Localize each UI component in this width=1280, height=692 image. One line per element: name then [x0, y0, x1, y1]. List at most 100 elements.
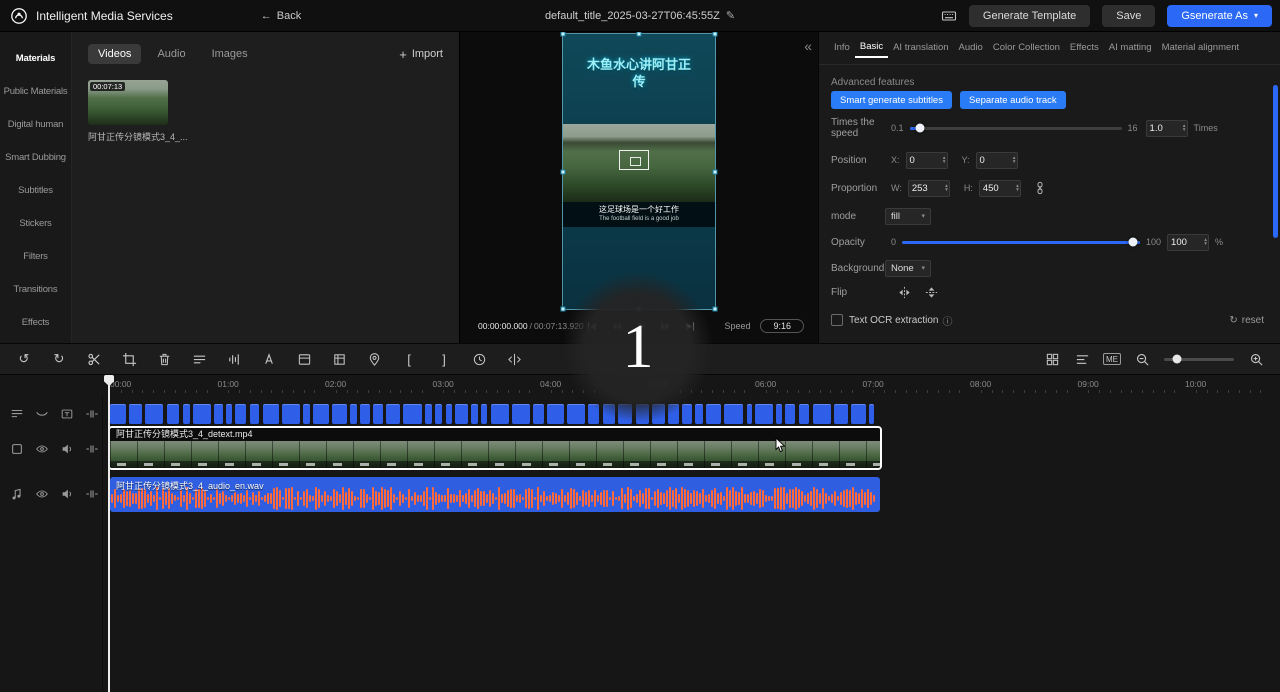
- position-x-stepper[interactable]: ▴▾: [943, 153, 946, 168]
- subtitle-segment[interactable]: [129, 404, 142, 424]
- subtitle-segment[interactable]: [263, 404, 279, 424]
- visibility-eye-icon[interactable]: [34, 486, 50, 502]
- template-panel-button[interactable]: [296, 351, 312, 367]
- text-box-icon[interactable]: [59, 406, 75, 422]
- subtitle-segment[interactable]: [193, 404, 211, 424]
- subtitle-segment[interactable]: [706, 404, 721, 424]
- subtitle-segment[interactable]: [813, 404, 831, 424]
- resize-handle[interactable]: [713, 169, 718, 174]
- opacity-slider[interactable]: [902, 241, 1140, 244]
- sidebar-item-public-materials[interactable]: Public Materials: [0, 75, 71, 108]
- position-y-input[interactable]: 0 ▴▾: [976, 152, 1018, 169]
- delete-button[interactable]: [156, 351, 172, 367]
- fast-forward-button[interactable]: [660, 321, 672, 332]
- subtitle-segment[interactable]: [425, 404, 432, 424]
- opacity-slider-handle[interactable]: [1128, 238, 1137, 247]
- playhead[interactable]: [108, 375, 110, 692]
- sidebar-item-subtitles[interactable]: Subtitles: [0, 174, 71, 207]
- speaker-icon[interactable]: [59, 441, 75, 457]
- subtitle-segment[interactable]: [183, 404, 190, 424]
- subtitle-segment[interactable]: [313, 404, 329, 424]
- video-track-icon[interactable]: [9, 441, 25, 457]
- resize-handle[interactable]: [561, 169, 566, 174]
- subtitle-segment[interactable]: [603, 404, 616, 424]
- play-button[interactable]: [636, 321, 647, 332]
- subtitle-segment[interactable]: [869, 404, 875, 424]
- ocr-checkbox[interactable]: [831, 314, 843, 326]
- sidebar-item-digital-human[interactable]: Digital human: [0, 108, 71, 141]
- properties-tab-audio[interactable]: Audio: [954, 42, 988, 57]
- subtitle-segment[interactable]: [110, 404, 126, 424]
- subtitle-segment[interactable]: [567, 404, 585, 424]
- visibility-eye-icon[interactable]: [34, 441, 50, 457]
- speed-stepper[interactable]: ▴▾: [1183, 121, 1186, 136]
- properties-tab-effects[interactable]: Effects: [1065, 42, 1104, 57]
- resize-handle[interactable]: [637, 32, 642, 37]
- subtitle-segment[interactable]: [214, 404, 223, 424]
- speed-value-input[interactable]: 1.0 ▴▾: [1146, 120, 1188, 137]
- flip-vertical-icon[interactable]: [924, 285, 939, 300]
- subtitle-segment[interactable]: [373, 404, 383, 424]
- width-input[interactable]: 253 ▴▾: [908, 180, 950, 197]
- audio-wave-button[interactable]: [226, 351, 242, 367]
- speed-slider[interactable]: [910, 127, 1122, 130]
- zoom-out-button[interactable]: [1134, 351, 1150, 367]
- generate-as-button[interactable]: Gsenerate As ▾: [1167, 5, 1272, 27]
- fit-track-icon[interactable]: [84, 486, 100, 502]
- fit-track-icon[interactable]: [84, 406, 100, 422]
- subtitle-segment[interactable]: [471, 404, 478, 424]
- height-input[interactable]: 450 ▴▾: [979, 180, 1021, 197]
- resize-handle[interactable]: [561, 307, 566, 312]
- zoom-in-button[interactable]: [1248, 351, 1264, 367]
- sidebar-item-effects[interactable]: Effects: [0, 306, 71, 339]
- properties-tab-color-collection[interactable]: Color Collection: [988, 42, 1065, 57]
- subtitle-segment[interactable]: [618, 404, 632, 424]
- crop-button[interactable]: [121, 351, 137, 367]
- reset-button[interactable]: ↻ reset: [1229, 315, 1264, 326]
- grid-view-button[interactable]: [1044, 351, 1060, 367]
- subtitle-segment[interactable]: [455, 404, 467, 424]
- position-x-input[interactable]: 0 ▴▾: [906, 152, 948, 169]
- subtitle-segment[interactable]: [332, 404, 347, 424]
- mark-out-button[interactable]: ]: [436, 351, 452, 367]
- position-y-stepper[interactable]: ▴▾: [1013, 153, 1016, 168]
- smart-generate-subtitles-button[interactable]: Smart generate subtitles: [831, 91, 952, 109]
- opacity-value-input[interactable]: 100 ▴▾: [1167, 234, 1209, 251]
- subtitle-segment[interactable]: [226, 404, 232, 424]
- width-stepper[interactable]: ▴▾: [945, 181, 948, 196]
- subtitle-tool-button[interactable]: [191, 351, 207, 367]
- subtitle-segment[interactable]: [386, 404, 400, 424]
- subtitle-segment[interactable]: [303, 404, 310, 424]
- sidebar-item-materials[interactable]: Materials: [0, 42, 71, 75]
- separate-audio-track-button[interactable]: Separate audio track: [960, 91, 1066, 109]
- subtitle-segment[interactable]: [668, 404, 679, 424]
- subtitle-segment[interactable]: [360, 404, 370, 424]
- collapse-panel-button[interactable]: «: [804, 38, 812, 54]
- height-stepper[interactable]: ▴▾: [1016, 181, 1019, 196]
- subtitle-segment[interactable]: [695, 404, 703, 424]
- split-scissors-button[interactable]: [86, 351, 102, 367]
- curve-easing-icon[interactable]: [34, 406, 50, 422]
- properties-tab-info[interactable]: Info: [829, 42, 855, 57]
- speed-menu[interactable]: Speed: [724, 321, 750, 331]
- speed-clock-button[interactable]: [471, 351, 487, 367]
- subtitle-segment[interactable]: [491, 404, 509, 424]
- subtitle-segment[interactable]: [282, 404, 300, 424]
- subtitle-segment[interactable]: [403, 404, 422, 424]
- generate-template-button[interactable]: Generate Template: [969, 5, 1090, 27]
- subtitle-segment[interactable]: [776, 404, 782, 424]
- materials-tab-videos[interactable]: Videos: [88, 44, 141, 64]
- subtitle-segment[interactable]: [785, 404, 795, 424]
- materials-tab-images[interactable]: Images: [202, 44, 258, 64]
- subtitle-segment[interactable]: [682, 404, 691, 424]
- audio-clip[interactable]: 阿甘正传分镜模式3_4_audio_en.wav: [110, 477, 880, 512]
- properties-tab-ai-translation[interactable]: AI translation: [888, 42, 953, 57]
- canvas-frame-button[interactable]: [331, 351, 347, 367]
- info-icon[interactable]: ⓘ: [942, 313, 952, 328]
- subtitle-segment[interactable]: [446, 404, 453, 424]
- edit-title-icon[interactable]: ✎: [726, 9, 735, 22]
- import-button[interactable]: + Import: [399, 47, 443, 62]
- subtitle-segment[interactable]: [235, 404, 246, 424]
- save-button[interactable]: Save: [1102, 5, 1155, 27]
- subtitle-segment[interactable]: [724, 404, 743, 424]
